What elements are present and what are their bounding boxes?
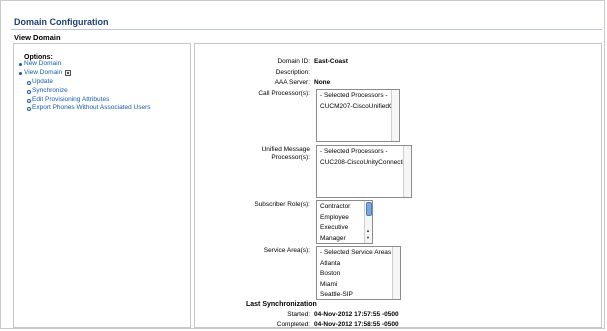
export-phones-label: Export Phones Without Associated Users	[32, 104, 151, 111]
list-item[interactable]: CUC208-CiscoUnityConnection	[318, 158, 411, 169]
bullet	[27, 81, 31, 85]
synchronize-label: Synchronize	[32, 87, 68, 94]
started-value: 04-Nov-2012 17:57:55 -0500	[314, 311, 399, 318]
view-domain-label: View Domain	[24, 69, 63, 76]
scroll-up-icon[interactable]: ▲	[366, 229, 370, 233]
new-domain-link[interactable]: New Domain	[24, 60, 61, 67]
subscriber-roles-list[interactable]: Contractor Employee Executive Manager ▲ …	[316, 200, 373, 244]
service-areas-label: Service Area(s):	[263, 247, 310, 254]
update-label: Update	[32, 78, 53, 85]
list-item[interactable]: CUCM207-CiscoUnifiedCM	[318, 102, 399, 113]
new-domain-label: New Domain	[24, 60, 62, 67]
aaa-server-value: None	[314, 79, 331, 86]
synchronize-link[interactable]: Synchronize	[32, 87, 68, 94]
title-divider	[11, 29, 602, 30]
service-areas-list[interactable]: - Selected Service Areas - Atlanta Bosto…	[316, 246, 401, 300]
list-item[interactable]: Atlanta	[318, 259, 392, 270]
list-item[interactable]: Contractor	[318, 202, 364, 213]
page-subtitle: View Domain	[14, 33, 61, 42]
scrollbar[interactable]	[392, 247, 400, 299]
list-item[interactable]: Employee	[318, 213, 364, 224]
call-processors-label: Call Processor(s):	[258, 90, 310, 97]
update-link[interactable]: Update	[32, 78, 53, 85]
list-item[interactable]: Seattle-SIP	[318, 290, 392, 299]
options-panel	[13, 43, 191, 328]
last-sync-heading: Last Synchronization	[246, 301, 317, 308]
scrollbar[interactable]	[403, 146, 411, 197]
view-icon	[65, 69, 72, 76]
bullet	[27, 99, 31, 103]
domain-id-value: East-Coast	[314, 58, 348, 65]
description-label: Description:	[275, 69, 310, 76]
list-item[interactable]: - Selected Processors -	[318, 147, 403, 158]
domain-id-label: Domain ID:	[277, 58, 310, 65]
list-item[interactable]: Miami	[318, 280, 392, 291]
bullet	[19, 63, 22, 66]
page-title: Domain Configuration	[14, 17, 109, 27]
list-item[interactable]: Manager	[318, 234, 364, 244]
completed-value: 04-Nov-2012 17:58:55 -0500	[314, 321, 399, 328]
unified-message-label: Unified Message Processor(s):	[261, 146, 310, 161]
bullet	[19, 72, 22, 75]
scrollbar[interactable]	[391, 90, 399, 141]
subscriber-roles-label: Subscriber Role(s):	[254, 201, 310, 208]
edit-provisioning-attributes-link[interactable]: Edit Provisioning Attributes	[32, 96, 109, 103]
list-item[interactable]: - Selected Processors -	[318, 91, 391, 102]
started-label: Started:	[287, 311, 310, 318]
aaa-server-label: AAA Server:	[274, 79, 310, 86]
scroll-down-icon[interactable]: ▼	[366, 236, 370, 240]
unified-message-processors-list[interactable]: - Selected Processors - CUC208-CiscoUnit…	[316, 145, 412, 198]
view-domain-link[interactable]: View Domain	[24, 69, 72, 76]
list-item[interactable]: Executive	[318, 223, 364, 234]
bullet	[27, 90, 31, 94]
edit-provisioning-attributes-label: Edit Provisioning Attributes	[32, 96, 110, 103]
completed-label: Completed:	[276, 321, 310, 328]
list-item[interactable]: - Selected Service Areas -	[318, 248, 395, 259]
list-item[interactable]: Boston	[318, 269, 392, 280]
call-processors-list[interactable]: - Selected Processors - CUCM207-CiscoUni…	[316, 89, 400, 142]
bullet	[27, 107, 31, 111]
scrollbar-thumb[interactable]	[366, 202, 372, 216]
export-phones-link[interactable]: Export Phones Without Associated Users	[32, 104, 151, 111]
scrollbar[interactable]: ▲ ▼	[364, 201, 372, 243]
